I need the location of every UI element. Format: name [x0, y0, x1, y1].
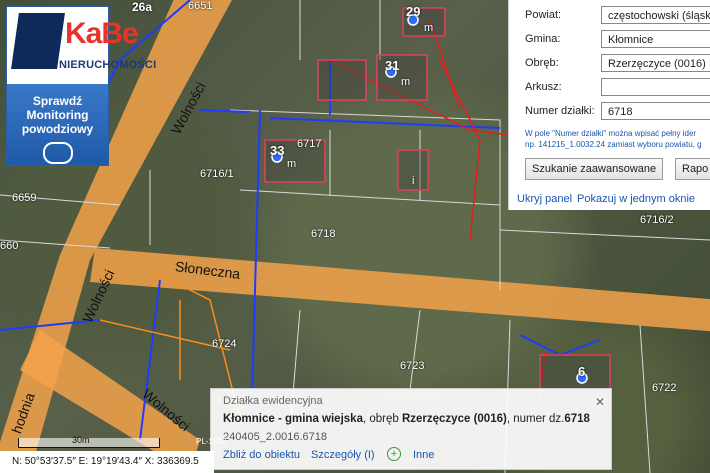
- parcel-search-panel: Powiat: częstochowski (śląsk Gmina: Kłom…: [508, 0, 710, 210]
- parcel-number: 6651: [188, 0, 213, 12]
- flood-monitoring-line2: Monitoring: [26, 108, 89, 122]
- magnifier-globe-icon: [42, 142, 73, 164]
- search-hint-line2: np. 141215_1.0032.24 zamiast wyboru powi…: [525, 140, 702, 149]
- building-marker: m: [401, 76, 411, 88]
- advanced-search-button[interactable]: Szukanie zaawansowane: [525, 158, 664, 180]
- parcel-number: 6716/1: [200, 168, 234, 180]
- parcel-number: 6723: [400, 360, 425, 372]
- powiat-select[interactable]: częstochowski (śląsk: [601, 6, 710, 24]
- arkusz-row: Arkusz:: [509, 76, 710, 100]
- parcel-number: 6717: [297, 138, 322, 150]
- info-numer-prefix: , numer dz.: [506, 413, 565, 425]
- building-marker: m: [287, 158, 297, 170]
- coordinate-readout: N: 50°53′37.5″ E: 19°19′43.4″ X: 336369.…: [0, 451, 214, 473]
- house-number: 33: [270, 143, 285, 158]
- kabe-brand: KaBe: [65, 17, 139, 50]
- search-hint: W pole "Numer działki" można wpisać pełn…: [525, 128, 710, 150]
- parcel-number: 26a: [132, 0, 153, 14]
- parcel-number: 6722: [652, 382, 677, 394]
- kabe-logo: KaBe NIERUCHOMOŚCI: [7, 7, 156, 84]
- info-description: Kłomnice - gmina wiejska, obręb Rzerzęcz…: [223, 413, 590, 425]
- kabe-logo-panel[interactable]: KaBe NIERUCHOMOŚCI Sprawdź Monitoring po…: [6, 6, 156, 166]
- building-marker: m: [424, 22, 434, 34]
- plus-icon[interactable]: +: [387, 447, 401, 461]
- info-identifier: 240405_2.0016.6718: [223, 431, 327, 443]
- powiat-row: Powiat: częstochowski (śląsk: [509, 4, 710, 28]
- obreb-select[interactable]: Rzerzęczyce (0016): [601, 54, 710, 72]
- parcel-number: 6659: [12, 192, 37, 204]
- info-numer: 6718: [564, 413, 590, 425]
- parcel-info-popup: ✕ Działka ewidencyjna Kłomnice - gmina w…: [210, 388, 612, 470]
- gmina-row: Gmina: Kłomnice: [509, 28, 710, 52]
- flood-monitoring-button[interactable]: Sprawdź Monitoring powodziowy: [7, 84, 108, 165]
- kabe-mark-icon: [11, 13, 65, 69]
- numer-row: Numer działki: 6718: [509, 100, 710, 124]
- gmina-select[interactable]: Kłomnice: [601, 30, 710, 48]
- parcel-number-input[interactable]: 6718: [601, 102, 710, 120]
- hide-panel-link[interactable]: Ukryj panel: [517, 193, 572, 205]
- house-number: 31: [385, 58, 400, 73]
- obreb-row: Obręb: Rzerzęczyce (0016): [509, 52, 710, 76]
- arkusz-input[interactable]: [601, 78, 710, 96]
- house-number: 6: [578, 364, 586, 379]
- info-obreb-prefix: , obręb: [362, 413, 402, 425]
- details-link[interactable]: Szczegóły (I): [311, 449, 375, 461]
- house-number: 29: [406, 4, 421, 19]
- info-gmina: Kłomnice - gmina wiejska: [223, 413, 363, 425]
- show-one-window-link[interactable]: Pokazuj w jednym oknie: [577, 193, 695, 205]
- info-obreb: Rzerzęczyce (0016): [401, 413, 507, 425]
- other-link[interactable]: Inne: [413, 449, 434, 461]
- crs-label: PL-1992: [196, 437, 227, 446]
- arkusz-label: Arkusz:: [525, 81, 562, 93]
- parcel-number: 660: [0, 240, 19, 252]
- building-marker: i: [412, 175, 415, 187]
- flood-monitoring-line3: powodziowy: [21, 122, 94, 136]
- search-hint-line1: W pole "Numer działki" można wpisać pełn…: [525, 129, 697, 138]
- powiat-label: Powiat:: [525, 9, 562, 21]
- info-heading: Działka ewidencyjna: [223, 395, 323, 407]
- kabe-subtitle: NIERUCHOMOŚCI: [59, 59, 157, 71]
- report-button[interactable]: Rapo: [675, 158, 710, 180]
- obreb-label: Obręb:: [525, 57, 559, 69]
- parcel-number: 6716/2: [640, 214, 674, 226]
- flood-monitoring-line1: Sprawdź: [32, 94, 83, 108]
- parcel-number: 6718: [311, 228, 336, 240]
- parcel-number: 6724: [212, 338, 237, 350]
- gmina-label: Gmina:: [525, 33, 561, 45]
- scale-label: 30m: [72, 435, 90, 445]
- numer-label: Numer działki:: [525, 105, 595, 117]
- close-icon[interactable]: ✕: [593, 395, 607, 409]
- zoom-to-object-link[interactable]: Zbliż do obiektu: [223, 449, 300, 461]
